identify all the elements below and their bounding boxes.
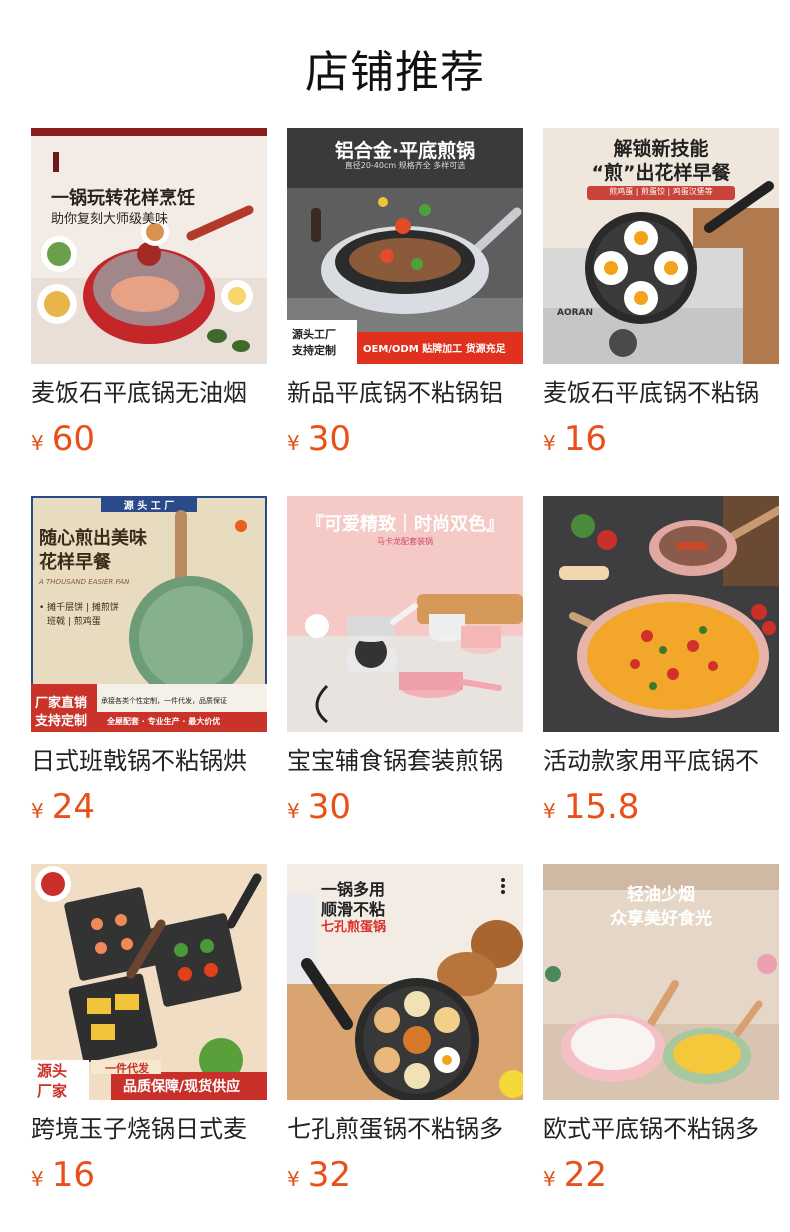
currency-symbol: ¥ xyxy=(287,799,300,823)
currency-symbol: ¥ xyxy=(543,1167,556,1191)
image-caption: 马卡龙配套装锅 xyxy=(377,537,433,546)
image-caption: 七孔煎蛋锅 xyxy=(321,920,387,935)
price-amount: 16 xyxy=(563,419,607,459)
product-grid: 一锅玩转花样烹饪 助你复刻大师级美味 麦饭石平底锅无油烟 ¥60 铝合金·平底煎… xyxy=(31,128,779,1228)
image-caption: 众享美好食光 xyxy=(610,909,712,929)
product-price: ¥30 xyxy=(287,418,523,460)
page-title: 店铺推荐 xyxy=(305,47,485,98)
product-price: ¥24 xyxy=(31,786,267,828)
product-price: ¥30 xyxy=(287,786,523,828)
product-card[interactable]: 活动款家用平底锅不 ¥15.8 xyxy=(543,496,779,828)
product-card[interactable]: 铝合金·平底煎锅 直径20-40cm 规格齐全 多样可选 源头工厂 支持定制 O… xyxy=(287,128,523,460)
product-price: ¥15.8 xyxy=(543,786,779,828)
image-caption: OEM/ODM 贴牌加工 货源充足 xyxy=(363,344,506,355)
image-caption: A THOUSAND EASIER PAN xyxy=(39,578,130,586)
currency-symbol: ¥ xyxy=(543,799,556,823)
price-amount: 30 xyxy=(307,787,351,827)
price-amount: 30 xyxy=(307,419,351,459)
product-price: ¥16 xyxy=(31,1154,267,1196)
image-caption: • 摊千层饼 | 摊煎饼 xyxy=(39,603,119,613)
four-egg-pan-image[interactable]: 解锁新技能 “煎”出花样早餐 煎鸡蛋 | 煎蛋饺 | 鸡蛋汉堡等 AORAN xyxy=(543,128,779,364)
product-name[interactable]: 新品平底锅不粘锅铝 xyxy=(287,376,523,410)
product-price: ¥22 xyxy=(543,1154,779,1196)
product-card[interactable]: 源 头 工 厂 随心煎出美味 花样早餐 A THOUSAND EASIER PA… xyxy=(31,496,267,828)
product-name[interactable]: 跨境玉子烧锅日式麦 xyxy=(31,1112,267,1146)
product-name[interactable]: 宝宝辅食锅套装煎锅 xyxy=(287,744,523,778)
image-caption: 一锅玩转花样烹饪 xyxy=(51,188,195,209)
tamagoyaki-pan-image[interactable]: 源头 厂家 一件代发 品质保障/现货供应 xyxy=(31,864,267,1100)
green-crepe-pan-image[interactable]: 源 头 工 厂 随心煎出美味 花样早餐 A THOUSAND EASIER PA… xyxy=(31,496,267,732)
price-amount: 60 xyxy=(51,419,95,459)
currency-symbol: ¥ xyxy=(287,431,300,455)
image-caption: 『可爱精致｜时尚双色』 xyxy=(306,514,504,535)
product-name[interactable]: 七孔煎蛋锅不粘锅多 xyxy=(287,1112,523,1146)
price-amount: 15.8 xyxy=(563,787,640,827)
seven-hole-egg-pan-image[interactable]: 一锅多用 顺滑不粘 七孔煎蛋锅 xyxy=(287,864,523,1100)
product-card[interactable]: 『可爱精致｜时尚双色』 马卡龙配套装锅 宝宝辅食锅套装煎锅 ¥30 xyxy=(287,496,523,828)
image-caption: 直径20-40cm 规格齐全 多样可选 xyxy=(344,161,466,170)
image-caption: 花样早餐 xyxy=(39,552,111,573)
brand-label: AORAN xyxy=(557,308,594,318)
product-name[interactable]: 麦饭石平底锅不粘锅 xyxy=(543,376,779,410)
product-card[interactable]: 一锅多用 顺滑不粘 七孔煎蛋锅 七孔煎蛋锅不粘锅多 ¥32 xyxy=(287,864,523,1196)
image-caption: 品质保障/现货供应 xyxy=(123,1079,241,1095)
currency-symbol: ¥ xyxy=(287,1167,300,1191)
product-name[interactable]: 麦饭石平底锅无油烟 xyxy=(31,376,267,410)
image-caption: 煎鸡蛋 | 煎蛋饺 | 鸡蛋汉堡等 xyxy=(609,187,713,196)
product-card[interactable]: 源头 厂家 一件代发 品质保障/现货供应 跨境玉子烧锅日式麦 ¥16 xyxy=(31,864,267,1196)
image-caption: 全屋配套 · 专业生产 · 最大价优 xyxy=(107,717,221,726)
product-price: ¥60 xyxy=(31,418,267,460)
price-amount: 16 xyxy=(51,1155,95,1195)
image-caption: 厂家直销 xyxy=(35,696,88,711)
image-caption: 源 头 工 厂 xyxy=(123,501,175,512)
image-caption: 随心煎出美味 xyxy=(39,528,147,549)
product-name[interactable]: 欧式平底锅不粘锅多 xyxy=(543,1112,779,1146)
image-caption: 支持定制 xyxy=(292,344,336,357)
image-caption: 解锁新技能 xyxy=(613,138,709,160)
image-caption: 支持定制 xyxy=(35,714,88,729)
product-name[interactable]: 日式班戟锅不粘锅烘 xyxy=(31,744,267,778)
product-card[interactable]: 解锁新技能 “煎”出花样早餐 煎鸡蛋 | 煎蛋饺 | 鸡蛋汉堡等 AORAN 麦… xyxy=(543,128,779,460)
currency-symbol: ¥ xyxy=(31,799,44,823)
price-amount: 32 xyxy=(307,1155,351,1195)
currency-symbol: ¥ xyxy=(31,1167,44,1191)
silver-wok-image[interactable]: 铝合金·平底煎锅 直径20-40cm 规格齐全 多样可选 源头工厂 支持定制 O… xyxy=(287,128,523,364)
product-card[interactable]: 一锅玩转花样烹饪 助你复刻大师级美味 麦饭石平底锅无油烟 ¥60 xyxy=(31,128,267,460)
image-caption: 承接各类个性定制，一件代发，品质保证 xyxy=(101,697,227,705)
image-caption: 一件代发 xyxy=(105,1062,149,1075)
image-caption: 厂家 xyxy=(37,1082,68,1100)
image-caption: 铝合金·平底煎锅 xyxy=(334,140,476,162)
price-amount: 22 xyxy=(563,1155,607,1195)
image-caption: 源头工厂 xyxy=(292,328,336,341)
currency-symbol: ¥ xyxy=(543,431,556,455)
image-caption: 轻油少烟 xyxy=(627,885,695,905)
image-caption: 助你复刻大师级美味 xyxy=(51,212,169,227)
pastel-pans-image[interactable]: 轻油少烟 众享美好食光 xyxy=(543,864,779,1100)
red-frying-pan-image[interactable]: 一锅玩转花样烹饪 助你复刻大师级美味 xyxy=(31,128,267,364)
price-amount: 24 xyxy=(51,787,95,827)
image-caption: “煎”出花样早餐 xyxy=(591,162,731,184)
image-caption: 源头 xyxy=(37,1062,68,1080)
pink-saucepan-set-image[interactable]: 『可爱精致｜时尚双色』 马卡龙配套装锅 xyxy=(287,496,523,732)
image-caption: 班戟 | 煎鸡蛋 xyxy=(47,617,101,627)
currency-symbol: ¥ xyxy=(31,431,44,455)
product-price: ¥32 xyxy=(287,1154,523,1196)
pizza-pan-image[interactable] xyxy=(543,496,779,732)
product-price: ¥16 xyxy=(543,418,779,460)
product-name[interactable]: 活动款家用平底锅不 xyxy=(543,744,779,778)
product-card[interactable]: 轻油少烟 众享美好食光 欧式平底锅不粘锅多 ¥22 xyxy=(543,864,779,1196)
